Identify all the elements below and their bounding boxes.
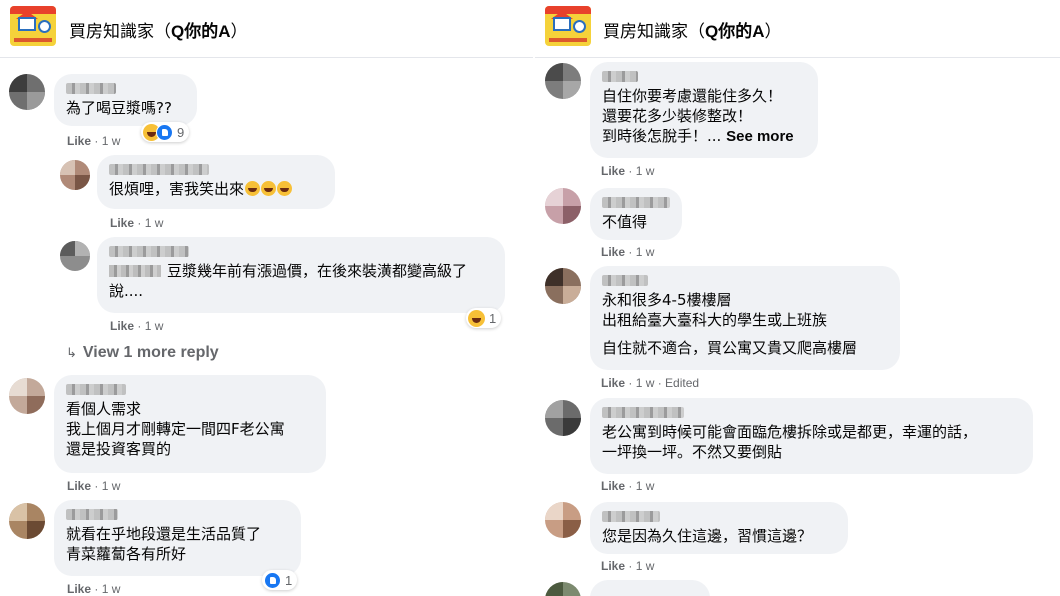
commenter-name-blurred[interactable] [66, 384, 126, 395]
comment-text: 您是因為久住這邊，習慣這邊？ [602, 527, 813, 545]
left-screenshot-panel: 買房知識家（Q你的A） 為了喝豆漿嗎?? 9 Like · 1 w 很煩哩，害我… [0, 0, 533, 596]
timestamp[interactable]: · 1 w [137, 319, 163, 333]
comment-meta: Like · 1 w [601, 245, 654, 259]
comment-meta: Like · 1 w [67, 479, 120, 493]
comment-text: 為了喝豆漿嗎?? [66, 99, 172, 117]
reaction-summary[interactable]: 9 [141, 122, 190, 142]
comment-bubble: 永和很多4-5樓樓層 出租給臺大臺科大的學生或上班族 自住就不適合，買公寓又貴又… [590, 266, 900, 370]
laugh-emoji [245, 181, 261, 196]
reaction-summary[interactable]: 1 [466, 308, 502, 328]
comment-text: 就看在乎地段還是生活品質了 青菜蘿蔔各有所好 [66, 525, 262, 563]
comment-bubble: 為了喝豆漿嗎?? [54, 74, 197, 126]
commenter-avatar[interactable] [60, 160, 90, 190]
comment-bubble: 您是因為久住這邊，習慣這邊？ [590, 502, 848, 554]
comment-text: 永和很多4-5樓樓層 出租給臺大臺科大的學生或上班族 [602, 291, 828, 329]
comment-text: 老公寓到時候可能會面臨危樓拆除或是都更，幸運的話， 一坪換一坪。不然又要倒貼 [602, 423, 978, 461]
commenter-avatar[interactable] [60, 241, 90, 271]
comment-meta: Like · 1 w · Edited [601, 376, 699, 390]
comment-meta: Like · 1 w [67, 582, 120, 596]
comment-bubble: 看個人需求 我上個月才剛轉定一間四F老公寓 還是投資客買的 [54, 375, 326, 473]
comment-meta: Like · 1 w [110, 319, 163, 333]
commenter-name-blurred[interactable] [602, 511, 660, 522]
like-link[interactable]: Like [601, 479, 625, 493]
comment-meta: Like · 1 w [67, 134, 120, 148]
haha-icon [468, 310, 485, 327]
comment-meta: Like · 1 w [601, 164, 654, 178]
commenter-avatar[interactable] [9, 378, 45, 414]
comment-meta: Like · 1 w [601, 479, 654, 493]
like-link[interactable]: Like [67, 134, 91, 148]
commenter-avatar[interactable] [9, 74, 45, 110]
comment-text-line: 自住就不適合，買公寓又貴又爬高樓層 [602, 339, 858, 357]
commenter-avatar[interactable] [545, 188, 581, 224]
page-title[interactable]: 買房知識家（Q你的A） [69, 17, 248, 42]
like-link[interactable]: Like [601, 376, 625, 390]
commenter-name-blurred[interactable] [602, 197, 670, 208]
page-logo[interactable] [10, 6, 56, 46]
laugh-emoji [277, 181, 293, 196]
like-icon [156, 124, 173, 141]
commenter-name-blurred[interactable] [602, 275, 648, 286]
page-header: 買房知識家（Q你的A） [535, 0, 1060, 58]
like-link[interactable]: Like [110, 319, 134, 333]
timestamp[interactable]: · 1 w [94, 582, 120, 596]
timestamp[interactable]: · 1 w [628, 164, 654, 178]
laugh-emoji [261, 181, 277, 196]
commenter-avatar[interactable] [545, 63, 581, 99]
comment-meta: Like · 1 w [601, 559, 654, 573]
page-logo[interactable] [545, 6, 591, 46]
commenter-name-blurred[interactable] [602, 71, 638, 82]
commenter-avatar[interactable] [545, 502, 581, 538]
comment-bubble: 豆漿幾年前有漲過價，在後來裝潢都變高級了說.... [97, 237, 505, 313]
comment-text: 看個人需求 我上個月才剛轉定一間四F老公寓 還是投資客買的 [66, 400, 285, 458]
commenter-name-blurred[interactable] [66, 509, 118, 520]
timestamp[interactable]: · 1 w [94, 134, 120, 148]
reaction-summary[interactable]: 1 [262, 570, 298, 590]
commenter-avatar[interactable] [9, 503, 45, 539]
comment-text: 豆漿幾年前有漲過價，在後來裝潢都變高級了說.... [109, 262, 468, 300]
reply-arrow-icon: ↳ [66, 345, 77, 360]
comment-bubble: 老公寓到時候可能會面臨危樓拆除或是都更，幸運的話， 一坪換一坪。不然又要倒貼 [590, 398, 1033, 474]
page-title[interactable]: 買房知識家（Q你的A） [603, 17, 782, 42]
like-link[interactable]: Like [601, 245, 625, 259]
like-link[interactable]: Like [601, 559, 625, 573]
timestamp[interactable]: · 1 w [628, 245, 654, 259]
view-more-replies[interactable]: ↳ View 1 more reply [66, 344, 219, 362]
right-screenshot-panel: 買房知識家（Q你的A） 自住你要考慮還能住多久！ 還要花多少裝修整改！ 到時後怎… [535, 0, 1060, 596]
comment-text: 很煩哩，害我笑出來 [109, 179, 323, 199]
commenter-name-blurred[interactable] [109, 164, 209, 175]
timestamp[interactable]: · 1 w [628, 559, 654, 573]
comment-bubble: 很煩哩，害我笑出來 [97, 155, 335, 209]
mention-blurred[interactable] [109, 265, 161, 277]
commenter-name-blurred[interactable] [602, 407, 684, 418]
comment-bubble: 不值得 [590, 188, 682, 240]
timestamp[interactable]: · 1 w [628, 479, 654, 493]
like-link[interactable]: Like [601, 164, 625, 178]
timestamp[interactable]: · 1 w [94, 479, 120, 493]
like-link[interactable]: Like [110, 216, 134, 230]
comment-text: 不值得 [602, 213, 648, 231]
like-link[interactable]: Like [67, 582, 91, 596]
see-more-link[interactable]: See more [726, 128, 794, 145]
comment-bubble [590, 580, 710, 596]
comment-bubble: 就看在乎地段還是生活品質了 青菜蘿蔔各有所好 [54, 500, 301, 576]
comment-meta: Like · 1 w [110, 216, 163, 230]
commenter-avatar[interactable] [545, 582, 581, 596]
commenter-name-blurred[interactable] [109, 246, 189, 257]
timestamp[interactable]: · 1 w [137, 216, 163, 230]
timestamp[interactable]: · 1 w · Edited [628, 376, 699, 390]
page-header: 買房知識家（Q你的A） [0, 0, 533, 58]
commenter-avatar[interactable] [545, 400, 581, 436]
commenter-avatar[interactable] [545, 268, 581, 304]
comment-bubble: 自住你要考慮還能住多久！ 還要花多少裝修整改！ 到時後怎脫手！... See m… [590, 62, 818, 158]
like-link[interactable]: Like [67, 479, 91, 493]
comment-text: 自住你要考慮還能住多久！ 還要花多少裝修整改！ 到時後怎脫手！... See m… [602, 87, 794, 145]
commenter-name-blurred[interactable] [66, 83, 116, 94]
like-icon [264, 572, 281, 589]
